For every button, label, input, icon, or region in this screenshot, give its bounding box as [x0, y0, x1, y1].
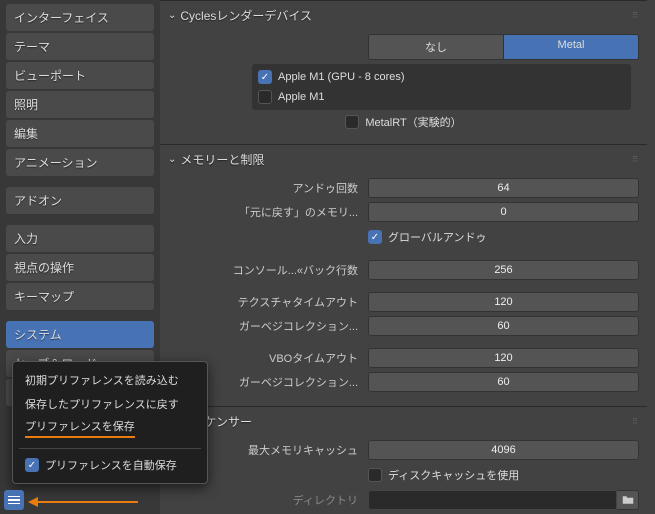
gc-rate-1-label: ガーベジコレクション...	[168, 318, 368, 334]
autosave-prefs-checkbox[interactable]: ✓	[25, 458, 39, 472]
load-factory-prefs-button[interactable]: 初期プリファレンスを読み込む	[19, 368, 201, 392]
undo-steps-label: アンドゥ回数	[168, 180, 368, 196]
sidebar-item-system[interactable]: システム	[6, 321, 154, 348]
browse-directory-button[interactable]	[617, 490, 639, 510]
disk-cache-checkbox[interactable]	[368, 468, 382, 482]
folder-icon	[622, 494, 634, 506]
panel-header-sequencer[interactable]: ⌄ シーケンサー ⠿	[160, 407, 647, 436]
sidebar-item-input[interactable]: 入力	[6, 225, 154, 252]
device-metal-button[interactable]: Metal	[504, 34, 639, 60]
chevron-down-icon: ⌄	[168, 154, 176, 165]
cache-directory-input[interactable]	[368, 490, 617, 510]
device-2-label: Apple M1	[278, 91, 324, 103]
panel-title: メモリーと制限	[180, 151, 264, 168]
max-memory-cache-input[interactable]: 4096	[368, 440, 639, 460]
console-lines-label: コンソール...«バック行数	[168, 262, 368, 278]
sidebar-item-viewport[interactable]: ビューポート	[6, 62, 154, 89]
revert-saved-prefs-button[interactable]: 保存したプリファレンスに戻す	[19, 392, 201, 416]
panel-title: Cyclesレンダーデバイス	[180, 7, 312, 24]
texture-timeout-label: テクスチャタイムアウト	[168, 294, 368, 310]
content-area: ⌄ Cyclesレンダーデバイス ⠿ なし Metal ✓ Apple M1 (…	[160, 0, 655, 514]
undo-steps-input[interactable]: 64	[368, 178, 639, 198]
device-none-button[interactable]: なし	[368, 34, 504, 60]
device-2-checkbox[interactable]	[258, 90, 272, 104]
metalrt-checkbox[interactable]	[345, 115, 359, 129]
hamburger-menu-button[interactable]	[4, 490, 24, 510]
save-prefs-button[interactable]: プリファレンスを保存	[25, 418, 135, 438]
console-lines-input[interactable]: 256	[368, 260, 639, 280]
vbo-timeout-input[interactable]: 120	[368, 348, 639, 368]
sidebar-item-themes[interactable]: テーマ	[6, 33, 154, 60]
gc-rate-2-input[interactable]: 60	[368, 372, 639, 392]
grip-icon: ⠿	[632, 155, 639, 164]
undo-memory-label: 「元に戻す」のメモリ...	[168, 204, 368, 220]
sidebar-item-animation[interactable]: アニメーション	[6, 149, 154, 176]
panel-header-memory[interactable]: ⌄ メモリーと制限 ⠿	[160, 145, 647, 174]
texture-timeout-input[interactable]: 120	[368, 292, 639, 312]
disk-cache-label: ディスクキャッシュを使用	[388, 467, 519, 483]
sidebar-item-editing[interactable]: 編集	[6, 120, 154, 147]
grip-icon: ⠿	[632, 11, 639, 20]
grip-icon: ⠿	[632, 417, 639, 426]
global-undo-label: グローバルアンドゥ	[388, 229, 486, 245]
autosave-prefs-label: プリファレンスを自動保存	[45, 457, 177, 473]
device-1-label: Apple M1 (GPU - 8 cores)	[278, 71, 405, 83]
sidebar-item-lights[interactable]: 照明	[6, 91, 154, 118]
panel-header-cycles[interactable]: ⌄ Cyclesレンダーデバイス ⠿	[160, 1, 647, 30]
metalrt-label: MetalRT（実験的）	[365, 114, 461, 130]
global-undo-checkbox[interactable]: ✓	[368, 230, 382, 244]
sidebar-item-addons[interactable]: アドオン	[6, 187, 154, 214]
sidebar-item-interface[interactable]: インターフェイス	[6, 4, 154, 31]
preferences-menu-popup: 初期プリファレンスを読み込む 保存したプリファレンスに戻す プリファレンスを保存…	[12, 361, 208, 484]
sidebar-item-navigation[interactable]: 視点の操作	[6, 254, 154, 281]
gc-rate-1-input[interactable]: 60	[368, 316, 639, 336]
undo-memory-input[interactable]: 0	[368, 202, 639, 222]
chevron-down-icon: ⌄	[168, 10, 176, 21]
sidebar-item-keymap[interactable]: キーマップ	[6, 283, 154, 310]
device-1-checkbox[interactable]: ✓	[258, 70, 272, 84]
cache-directory-label: ディレクトリ	[168, 492, 368, 508]
